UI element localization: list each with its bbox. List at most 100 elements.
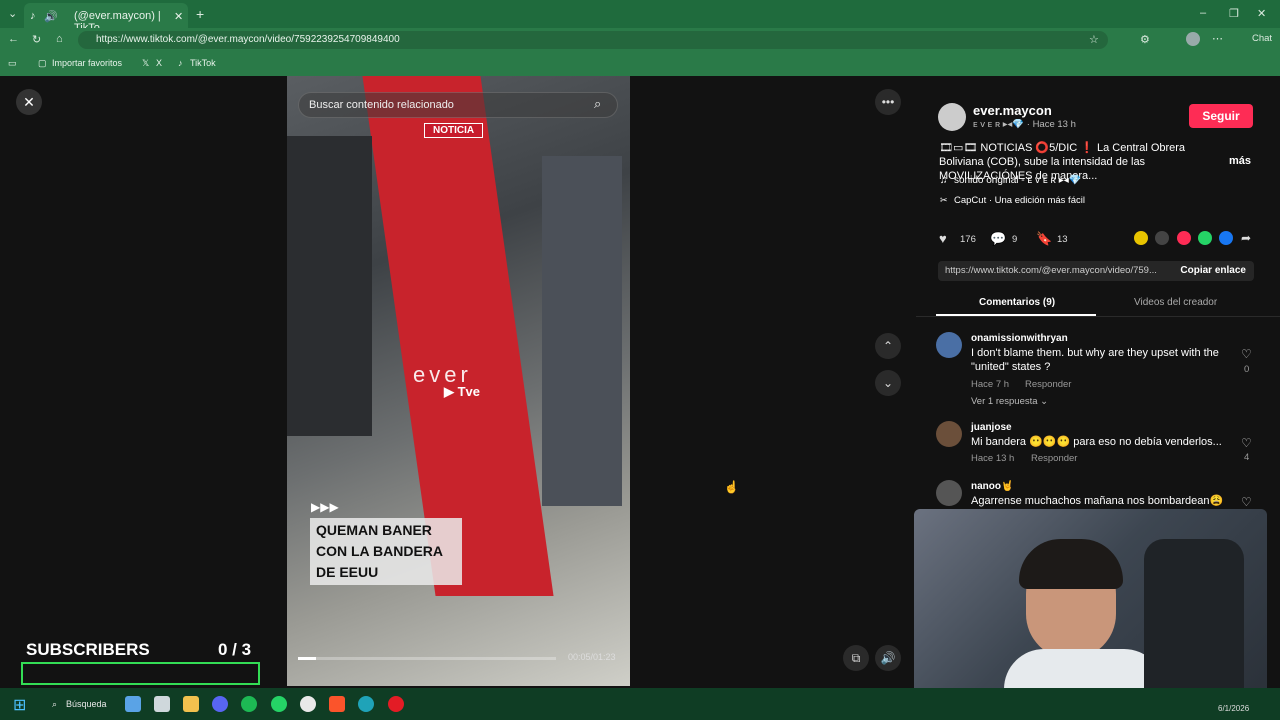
close-window-icon[interactable]: ✕: [1257, 7, 1266, 20]
more-icon[interactable]: ⋯: [1212, 32, 1223, 45]
widgets-icon[interactable]: [125, 696, 141, 712]
settings-icon[interactable]: [300, 696, 316, 712]
sound-link[interactable]: sonido original - ᴇ ᴠ ᴇ ʀ ▸◂💎: [954, 175, 1081, 186]
restore-icon[interactable]: ❐: [1229, 7, 1239, 20]
volume-icon[interactable]: 🔊: [875, 645, 901, 671]
comment-like-count: 0: [1244, 364, 1250, 375]
copy-link-button[interactable]: Copiar enlace: [1180, 261, 1246, 281]
windows-start-icon[interactable]: ⊞: [13, 695, 26, 715]
creator-avatar[interactable]: [938, 103, 966, 131]
tab-tiktok[interactable]: ♪ 🔊 (@ever.maycon) | TikTo ✕: [24, 3, 188, 34]
noticia-badge: NOTICIA: [424, 123, 484, 138]
facebook-icon[interactable]: [1219, 231, 1233, 245]
comment-user[interactable]: onamissionwithryan: [971, 333, 1068, 344]
url-field[interactable]: https://www.tiktok.com/@ever.maycon/vide…: [78, 31, 1108, 49]
bookmark-icon[interactable]: 🔖: [1036, 231, 1052, 247]
coin-icon[interactable]: [1134, 231, 1148, 245]
edge-icon[interactable]: [358, 696, 374, 712]
copilot-chat-button[interactable]: Chat: [1252, 33, 1272, 44]
comment-like-icon[interactable]: ♡: [1241, 495, 1252, 509]
progress-bar[interactable]: [298, 657, 556, 660]
previous-video-icon[interactable]: ⌃: [875, 333, 901, 359]
whatsapp-taskbar-icon[interactable]: [271, 696, 287, 712]
close-video-icon[interactable]: ✕: [16, 89, 42, 115]
close-tab-icon[interactable]: ✕: [174, 10, 183, 23]
arrows-text: ▶▶▶: [311, 500, 339, 514]
follow-button[interactable]: Seguir: [1189, 104, 1253, 128]
music-note-icon: ♫: [940, 175, 948, 186]
audio-icon[interactable]: 🔊: [44, 10, 58, 23]
mouse-cursor-icon: ☝: [724, 480, 739, 494]
taskbar-search[interactable]: ⌕ Búsqueda: [44, 692, 112, 716]
watermark-sub: ▶ Tve: [444, 384, 481, 399]
back-icon[interactable]: ←: [8, 33, 19, 45]
comment-avatar[interactable]: [936, 421, 962, 447]
person-shape-right: [542, 156, 622, 506]
comment-time: Hace 7 h: [971, 379, 1010, 390]
capcut-link[interactable]: CapCut · Una edición más fácil: [954, 195, 1085, 206]
more-options-icon[interactable]: •••: [875, 89, 901, 115]
search-icon[interactable]: ⌕: [594, 96, 601, 112]
share-icon[interactable]: ➦: [1241, 231, 1251, 245]
streamer-hair-shape: [1019, 539, 1123, 589]
next-video-icon[interactable]: ⌄: [875, 370, 901, 396]
link-url: https://www.tiktok.com/@ever.maycon/vide…: [945, 265, 1157, 276]
new-tab-icon[interactable]: +: [196, 6, 204, 22]
divider: [916, 316, 1280, 317]
tiktok-favicon-icon: ♪: [30, 10, 36, 22]
file-explorer-icon[interactable]: [183, 696, 199, 712]
home-icon[interactable]: ⌂: [56, 33, 63, 45]
link-field[interactable]: https://www.tiktok.com/@ever.maycon/vide…: [938, 261, 1254, 281]
x-logo-icon: 𝕏: [142, 58, 150, 68]
folder-icon: ▢: [38, 58, 47, 68]
creator-name[interactable]: ever.maycon: [973, 103, 1052, 118]
capcut-icon: ✂: [940, 195, 948, 205]
pip-icon[interactable]: ⧉: [843, 645, 869, 671]
refresh-icon[interactable]: ↻: [32, 33, 41, 46]
minimize-icon[interactable]: –: [1200, 7, 1206, 19]
bookmark-import[interactable]: Importar favoritos: [52, 58, 122, 68]
sidebar-icon[interactable]: ▭: [8, 58, 17, 69]
subscribers-label: SUBSCRIBERS: [26, 640, 150, 659]
comment-like-icon[interactable]: ♡: [1241, 436, 1252, 450]
brave-icon[interactable]: [329, 696, 345, 712]
webcam-overlay: [914, 509, 1267, 707]
send-icon[interactable]: [1177, 231, 1191, 245]
bookmark-tiktok[interactable]: TikTok: [190, 58, 216, 68]
more-link[interactable]: más: [1229, 155, 1251, 167]
save-count: 13: [1057, 234, 1068, 245]
comment-user[interactable]: juanjose: [971, 422, 1012, 433]
taskbar-date: 6/1/2026: [1218, 704, 1250, 713]
comment-user[interactable]: nanoo🤘: [971, 481, 1013, 492]
discord-icon[interactable]: [212, 696, 228, 712]
comment-icon[interactable]: 💬: [990, 231, 1006, 247]
comment-like-icon[interactable]: ♡: [1241, 347, 1252, 361]
creator-handle: ᴇ ᴠ ᴇ ʀ ▸◂💎 · Hace 13 h: [973, 119, 1076, 130]
comment-like-count: 4: [1244, 452, 1250, 463]
store-icon[interactable]: [154, 696, 170, 712]
spotify-icon[interactable]: [241, 696, 257, 712]
reply-button[interactable]: Responder: [1025, 379, 1071, 390]
person-shape: [287, 136, 372, 436]
bookmark-x[interactable]: X: [156, 58, 162, 68]
tab-list-icon[interactable]: ⌄: [8, 7, 17, 20]
tiktok-icon: ♪: [178, 58, 183, 68]
tab-comments[interactable]: Comentarios (9): [979, 297, 1055, 308]
like-icon[interactable]: ♥: [939, 231, 947, 246]
tab-creator-videos[interactable]: Videos del creador: [1134, 297, 1217, 308]
favorite-star-icon[interactable]: ☆: [1089, 33, 1099, 46]
reply-button[interactable]: Responder: [1031, 453, 1077, 464]
comment-avatar[interactable]: [936, 332, 962, 358]
related-search-input[interactable]: Buscar contenido relacionado: [298, 92, 618, 118]
profile-avatar[interactable]: [1186, 32, 1200, 46]
whatsapp-icon[interactable]: [1198, 231, 1212, 245]
embed-icon[interactable]: [1155, 231, 1169, 245]
view-replies-button[interactable]: Ver 1 respuesta ⌄: [971, 396, 1048, 407]
gaming-chair-shape: [1144, 539, 1244, 707]
video-time: 00:05/01:23: [568, 652, 616, 662]
extensions-icon[interactable]: ⚙: [1140, 33, 1150, 46]
comment-avatar[interactable]: [936, 480, 962, 506]
like-count: 176: [960, 234, 976, 245]
taskbar-search-label: Búsqueda: [66, 699, 107, 709]
opera-icon[interactable]: [388, 696, 404, 712]
